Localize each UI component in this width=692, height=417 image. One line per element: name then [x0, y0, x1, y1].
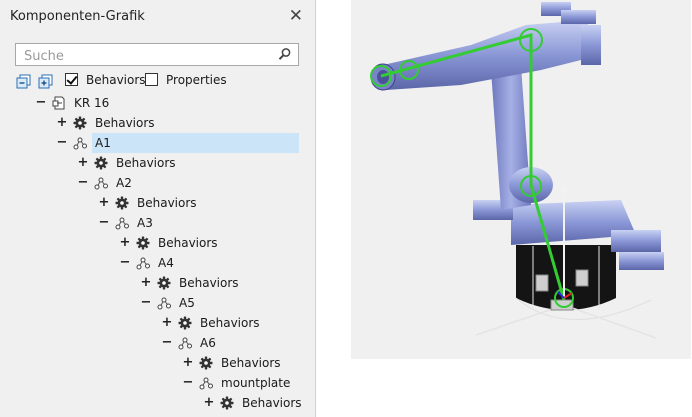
tree-item-label: Behaviors	[158, 236, 218, 250]
properties-checkbox[interactable]	[145, 73, 158, 86]
tree-item-label: A4	[158, 256, 174, 270]
tree-item-label: Behaviors	[137, 196, 197, 210]
tree-row[interactable]: + Behaviors	[0, 393, 316, 413]
tree-item-label: A6	[200, 336, 216, 350]
node-icon	[178, 336, 192, 350]
collapse-icon[interactable]: −	[56, 135, 68, 150]
tree-row[interactable]: − A3	[0, 213, 316, 233]
panel-titlebar: Komponenten-Grafik ✕	[0, 0, 315, 32]
panel-toolbar: Behaviors Properties	[16, 73, 306, 91]
tree-item-label: mountplate	[221, 376, 291, 390]
tree-row[interactable]: + Behaviors	[0, 233, 316, 253]
tree-item-label: Behaviors	[221, 356, 281, 370]
close-icon[interactable]: ✕	[289, 6, 303, 26]
gear-icon	[73, 116, 87, 130]
collapse-all-icon[interactable]	[16, 74, 31, 89]
tree-item-label: A3	[137, 216, 153, 230]
tree-row[interactable]: + Behaviors	[0, 153, 316, 173]
tree-item-label: Behaviors	[95, 116, 155, 130]
node-icon	[157, 296, 171, 310]
collapse-icon[interactable]: −	[35, 95, 47, 110]
tree-item-label: KR 16	[74, 96, 110, 110]
tree-item-label: A1	[95, 136, 111, 150]
node-icon	[94, 176, 108, 190]
tree-item-label: A5	[179, 296, 195, 310]
tree-row[interactable]: − A1	[0, 133, 316, 153]
expand-icon[interactable]: +	[140, 275, 152, 290]
collapse-icon[interactable]: −	[98, 215, 110, 230]
tree-row[interactable]: − KR 16	[0, 93, 316, 113]
expand-icon[interactable]: +	[161, 315, 173, 330]
gear-icon	[94, 156, 108, 170]
tree-item-label: Behaviors	[200, 316, 260, 330]
collapse-icon[interactable]: −	[140, 295, 152, 310]
tree-row[interactable]: − A4	[0, 253, 316, 273]
search-icon[interactable]	[278, 47, 292, 64]
gear-icon	[220, 396, 234, 410]
expand-icon[interactable]: +	[119, 235, 131, 250]
tree-item-label: A2	[116, 176, 132, 190]
tree-row[interactable]: − mountplate	[0, 373, 316, 393]
tree-row[interactable]: − A2	[0, 173, 316, 193]
component-graph-panel: Komponenten-Grafik ✕ Suche Behaviors Pro…	[0, 0, 316, 417]
tree-row[interactable]: + Behaviors	[0, 313, 316, 333]
gear-icon	[115, 196, 129, 210]
search-input[interactable]	[22, 46, 266, 66]
collapse-icon[interactable]: −	[182, 375, 194, 390]
tree-row[interactable]: − A6	[0, 333, 316, 353]
properties-checkbox-label: Properties	[166, 73, 227, 87]
node-icon	[73, 136, 87, 150]
gear-icon	[199, 356, 213, 370]
behaviors-checkbox-label: Behaviors	[86, 73, 146, 87]
tree-row[interactable]: − A5	[0, 293, 316, 313]
behaviors-checkbox[interactable]	[65, 73, 78, 86]
gear-icon	[136, 236, 150, 250]
expand-icon[interactable]: +	[98, 195, 110, 210]
node-icon	[199, 376, 213, 390]
search-box	[15, 43, 299, 66]
panel-title: Komponenten-Grafik	[10, 9, 145, 24]
expand-all-icon[interactable]	[38, 74, 53, 89]
tree-item-label: Behaviors	[116, 156, 176, 170]
gear-icon	[178, 316, 192, 330]
expand-icon[interactable]: +	[203, 395, 215, 410]
tree-row[interactable]: + Behaviors	[0, 273, 316, 293]
expand-icon[interactable]: +	[77, 155, 89, 170]
tree-row[interactable]: + Behaviors	[0, 113, 316, 133]
selection-highlight	[92, 133, 299, 153]
robot-render	[370, 2, 664, 339]
tree-row[interactable]: + Behaviors	[0, 353, 316, 373]
3d-viewport[interactable]	[351, 0, 691, 359]
node-icon	[136, 256, 150, 270]
collapse-icon[interactable]: −	[77, 175, 89, 190]
gear-icon	[157, 276, 171, 290]
tree-item-label: Behaviors	[179, 276, 239, 290]
tree-item-label: Behaviors	[242, 396, 302, 410]
expand-icon[interactable]: +	[56, 115, 68, 130]
tree-row[interactable]: + Behaviors	[0, 193, 316, 213]
collapse-icon[interactable]: −	[161, 335, 173, 350]
component-icon	[52, 96, 66, 110]
collapse-icon[interactable]: −	[119, 255, 131, 270]
expand-icon[interactable]: +	[182, 355, 194, 370]
node-icon	[115, 216, 129, 230]
